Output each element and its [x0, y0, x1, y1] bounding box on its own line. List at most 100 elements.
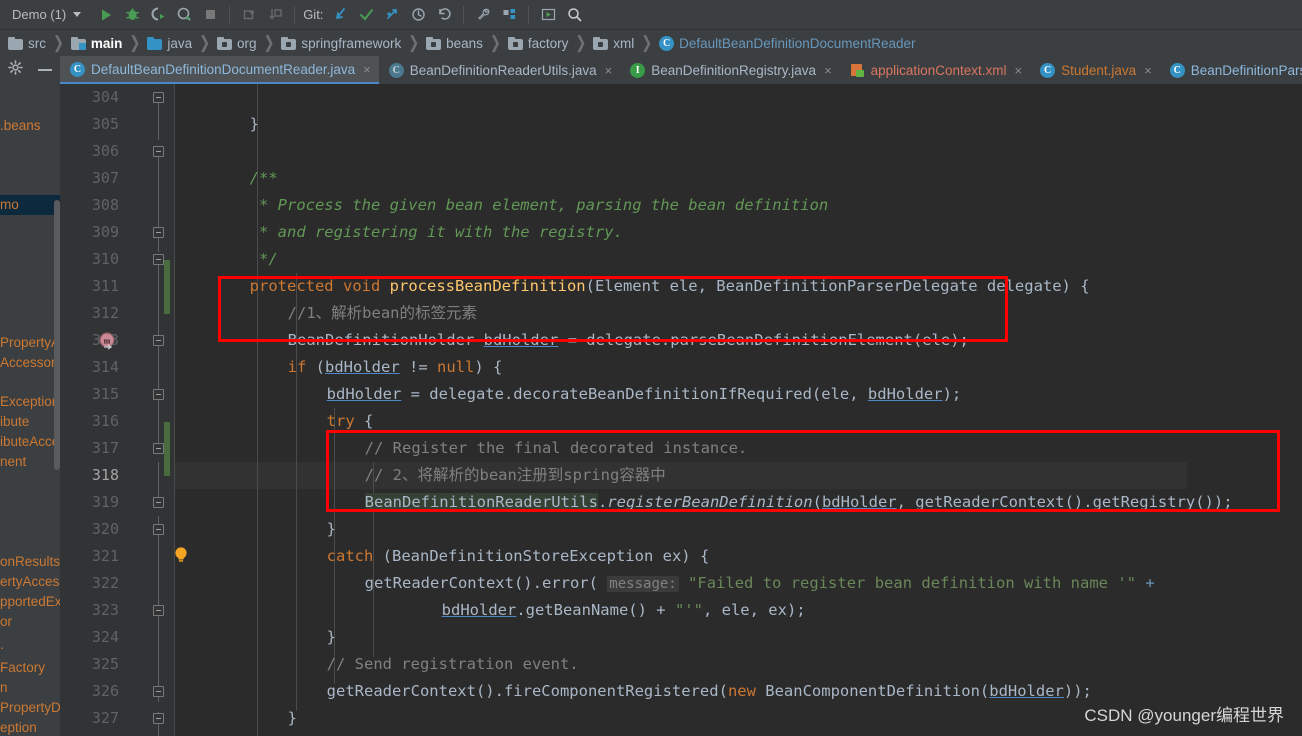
- project-tool-window-clipped[interactable]: .beans mo PropertyAc Accessor Exception …: [0, 84, 60, 736]
- breadcrumb-item-xml[interactable]: xml: [591, 36, 636, 51]
- tree-node[interactable]: PropertyD: [0, 698, 60, 718]
- profile-button[interactable]: [171, 3, 197, 27]
- vcs-change-marker[interactable]: [164, 422, 170, 476]
- vcs-change-marker[interactable]: [164, 260, 170, 314]
- code-line-318: BeanDefinitionReaderUtils.registerBeanDe…: [175, 462, 1233, 511]
- line-number: 321: [91, 547, 119, 565]
- project-structure-icon[interactable]: [496, 3, 522, 27]
- tree-node[interactable]: ibuteAcce: [0, 432, 60, 452]
- breadcrumb-item-beans[interactable]: beans: [424, 36, 485, 51]
- line-number: 304: [91, 88, 119, 106]
- search-everywhere-icon[interactable]: [561, 3, 587, 27]
- close-icon[interactable]: ×: [363, 62, 371, 77]
- tree-node[interactable]: ibute: [0, 412, 60, 432]
- line-number: 311: [91, 277, 119, 295]
- fold-marker[interactable]: [153, 335, 164, 346]
- fold-marker[interactable]: [153, 605, 164, 616]
- line-number: 307: [91, 169, 119, 187]
- tree-node[interactable]: eption: [0, 718, 60, 736]
- tree-node[interactable]: onResults: [0, 552, 60, 572]
- tree-node[interactable]: or: [0, 612, 60, 632]
- run-with-coverage-button[interactable]: [145, 3, 171, 27]
- fold-marker[interactable]: [153, 92, 164, 103]
- fold-marker[interactable]: [153, 686, 164, 697]
- tree-node[interactable]: ertyAccess: [0, 572, 60, 592]
- source-root-folder-icon: [147, 36, 163, 50]
- breadcrumb-item-src[interactable]: src: [6, 36, 48, 51]
- tree-node[interactable]: PropertyAc: [0, 333, 60, 353]
- breadcrumb-separator: ❯: [53, 32, 64, 53]
- run-configuration-selector[interactable]: Demo (1): [4, 4, 87, 26]
- code-token: new: [727, 682, 756, 700]
- tab-bean-definition-registry[interactable]: I BeanDefinitionRegistry.java ×: [620, 56, 839, 84]
- editor-gutter[interactable]: 304 305 306 307 308 309 310 311 312 313 …: [60, 84, 187, 736]
- vcs-update-button[interactable]: [262, 3, 288, 27]
- breadcrumb-item-factory[interactable]: factory: [506, 36, 571, 51]
- method-override-icon[interactable]: m: [98, 332, 116, 350]
- fold-marker[interactable]: [153, 713, 164, 724]
- update-project-button[interactable]: [236, 3, 262, 27]
- tab-application-context-xml[interactable]: applicationContext.xml ×: [840, 56, 1030, 84]
- tree-node[interactable]: n: [0, 678, 60, 698]
- breadcrumb-separator: ❯: [263, 32, 275, 53]
- tree-node[interactable]: Accessor: [0, 353, 60, 373]
- package-icon: [426, 36, 442, 50]
- breadcrumb-item-java[interactable]: java: [145, 36, 194, 51]
- git-commit-button[interactable]: [353, 3, 379, 27]
- tree-node[interactable]: ·: [0, 638, 60, 658]
- line-number: 327: [91, 709, 119, 727]
- close-icon[interactable]: ×: [605, 63, 613, 78]
- tab-label: DefaultBeanDefinitionDocumentReader.java: [91, 61, 356, 77]
- git-update-button[interactable]: [327, 3, 353, 27]
- code-token: * and registering it with the registry.: [249, 223, 623, 241]
- code-token: BeanDefinitionReaderUtils: [364, 493, 598, 511]
- code-line-312: BeanDefinitionHolder bdHolder = delegate…: [175, 300, 969, 349]
- settings-wrench-icon[interactable]: [470, 3, 496, 27]
- close-icon[interactable]: ×: [1144, 63, 1152, 78]
- tree-node-selected[interactable]: mo: [0, 195, 60, 215]
- tab-student[interactable]: C Student.java ×: [1030, 56, 1160, 84]
- tree-node[interactable]: .beans: [0, 116, 60, 136]
- tree-node[interactable]: pportedEx: [0, 592, 60, 612]
- tree-node[interactable]: Factory: [0, 658, 60, 678]
- code-editor[interactable]: 304 305 306 307 308 309 310 311 312 313 …: [60, 84, 1302, 736]
- hide-tabs-icon[interactable]: [38, 69, 53, 71]
- folder-icon: [8, 36, 23, 50]
- close-icon[interactable]: ×: [824, 63, 832, 78]
- fold-marker[interactable]: [153, 524, 164, 535]
- fold-marker[interactable]: [153, 227, 164, 238]
- code-line-313: if (bdHolder != null) {: [175, 327, 503, 376]
- tabs-toolbar: [0, 56, 60, 84]
- git-push-button[interactable]: [379, 3, 405, 27]
- fold-marker[interactable]: [153, 389, 164, 400]
- tree-node[interactable]: nent: [0, 452, 60, 472]
- fold-marker[interactable]: [153, 497, 164, 508]
- tab-bean-definition-parser[interactable]: C BeanDefinitionParse: [1160, 56, 1302, 84]
- gear-icon[interactable]: [7, 60, 23, 80]
- fold-marker[interactable]: [153, 146, 164, 157]
- breadcrumb-item-org[interactable]: org: [215, 36, 259, 51]
- close-icon[interactable]: ×: [1014, 63, 1022, 78]
- git-history-button[interactable]: [405, 3, 431, 27]
- line-number: 308: [91, 196, 119, 214]
- tree-node[interactable]: Exception: [0, 392, 60, 412]
- toolbar-divider: [229, 5, 231, 24]
- tab-default-bean-definition-document-reader[interactable]: C DefaultBeanDefinitionDocumentReader.ja…: [60, 56, 379, 84]
- breadcrumb-item-springframework[interactable]: springframework: [279, 36, 403, 51]
- stop-button[interactable]: [197, 3, 223, 27]
- code-line-316: // Register the final decorated instance…: [175, 408, 748, 457]
- run-button[interactable]: [93, 3, 119, 27]
- breadcrumb-item-class[interactable]: C DefaultBeanDefinitionDocumentReader: [657, 35, 917, 51]
- git-rollback-button[interactable]: [431, 3, 457, 27]
- breadcrumb-item-main[interactable]: main: [69, 36, 125, 51]
- debug-button[interactable]: [119, 3, 145, 27]
- select-in-icon[interactable]: [535, 3, 561, 27]
- line-number: 316: [91, 412, 119, 430]
- code-content[interactable]: } /** * Process the given bean element, …: [175, 84, 1302, 736]
- code-token: = delegate.decorateBeanDefinitionIfRequi…: [401, 385, 868, 403]
- breadcrumb-label: main: [90, 35, 123, 51]
- tab-bean-definition-reader-utils[interactable]: C BeanDefinitionReaderUtils.java ×: [379, 56, 620, 84]
- fold-marker[interactable]: [153, 443, 164, 454]
- fold-marker[interactable]: [153, 254, 164, 265]
- code-line-325: getReaderContext().fireComponentRegister…: [175, 651, 1092, 700]
